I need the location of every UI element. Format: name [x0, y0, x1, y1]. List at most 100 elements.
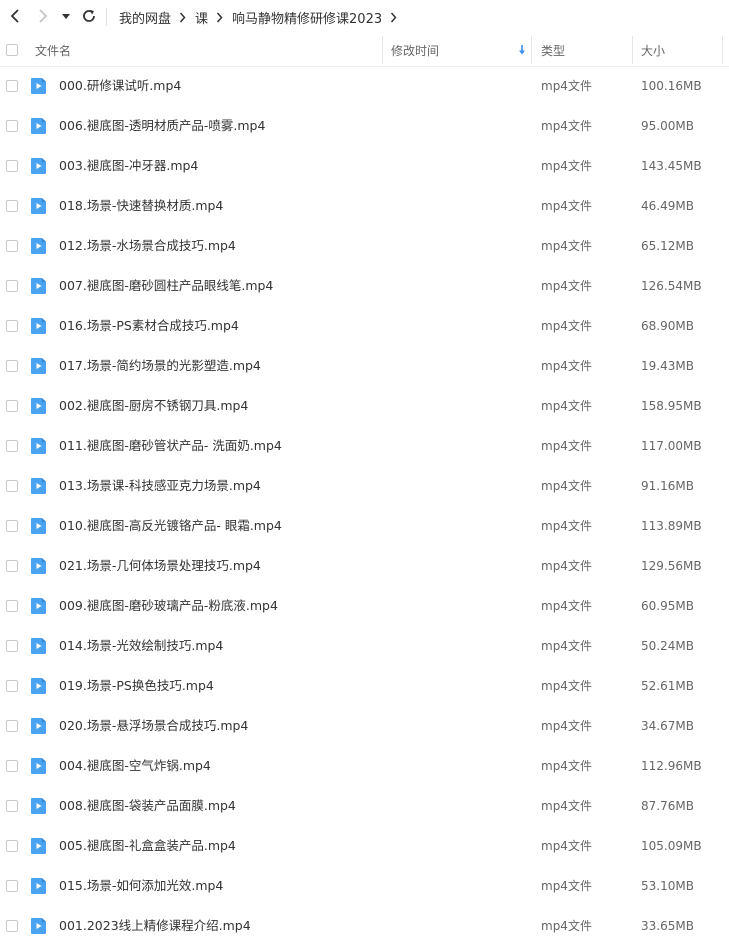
column-divider[interactable]: [531, 36, 532, 64]
file-name[interactable]: 010.褪底图-高反光镀铬产品- 眼霜.mp4: [59, 506, 282, 546]
file-name[interactable]: 017.场景-简约场景的光影塑造.mp4: [59, 346, 261, 386]
video-file-icon: [30, 877, 47, 895]
file-name[interactable]: 000.研修课试听.mp4: [59, 66, 181, 106]
video-file-icon: [30, 597, 47, 615]
file-type: mp4文件: [541, 559, 592, 573]
column-header-modified[interactable]: 修改时间: [391, 34, 439, 66]
file-row-checkbox[interactable]: [6, 560, 18, 572]
video-file-icon: [30, 477, 47, 495]
file-row[interactable]: 012.场景-水场景合成技巧.mp4 mp4文件 65.12MB: [0, 226, 729, 266]
column-header-size[interactable]: 大小: [641, 34, 665, 66]
file-row[interactable]: 004.褪底图-空气炸锅.mp4 mp4文件 112.96MB: [0, 746, 729, 786]
file-row-checkbox[interactable]: [6, 600, 18, 612]
file-row-checkbox[interactable]: [6, 240, 18, 252]
column-header-type[interactable]: 类型: [541, 34, 565, 66]
file-name[interactable]: 008.褪底图-袋装产品面膜.mp4: [59, 786, 236, 826]
breadcrumb-item-course[interactable]: 课: [195, 8, 208, 27]
file-row[interactable]: 002.褪底图-厨房不锈钢刀具.mp4 mp4文件 158.95MB: [0, 386, 729, 426]
file-row-checkbox[interactable]: [6, 520, 18, 532]
file-row-checkbox[interactable]: [6, 120, 18, 132]
file-name[interactable]: 002.褪底图-厨房不锈钢刀具.mp4: [59, 386, 248, 426]
file-row[interactable]: 014.场景-光效绘制技巧.mp4 mp4文件 50.24MB: [0, 626, 729, 666]
file-row-checkbox[interactable]: [6, 720, 18, 732]
file-size: 60.95MB: [641, 599, 694, 613]
chevron-right-icon: [179, 12, 186, 23]
file-row-checkbox[interactable]: [6, 800, 18, 812]
breadcrumb-item-root[interactable]: 我的网盘: [119, 8, 171, 27]
breadcrumb-item-current-folder[interactable]: 响马静物精修研修课2023: [232, 8, 382, 27]
refresh-button[interactable]: [79, 6, 99, 26]
file-row[interactable]: 015.场景-如何添加光效.mp4 mp4文件 53.10MB: [0, 866, 729, 906]
file-size: 158.95MB: [641, 399, 702, 413]
file-row[interactable]: 007.褪底图-磨砂圆柱产品眼线笔.mp4 mp4文件 126.54MB: [0, 266, 729, 306]
file-name[interactable]: 004.褪底图-空气炸锅.mp4: [59, 746, 211, 786]
sort-down-arrow-icon[interactable]: [518, 34, 526, 66]
file-row-checkbox[interactable]: [6, 840, 18, 852]
video-file-icon: [30, 797, 47, 815]
file-type: mp4文件: [541, 719, 592, 733]
file-name[interactable]: 018.场景-快速替换材质.mp4: [59, 186, 223, 226]
file-name[interactable]: 003.褪底图-冲牙器.mp4: [59, 146, 198, 186]
file-name[interactable]: 011.褪底图-磨砂管状产品- 洗面奶.mp4: [59, 426, 282, 466]
file-type: mp4文件: [541, 679, 592, 693]
column-header-name[interactable]: 文件名: [35, 34, 71, 66]
chevron-right-icon[interactable]: [390, 12, 397, 23]
file-name[interactable]: 013.场景课-科技感亚克力场景.mp4: [59, 466, 261, 506]
file-row-checkbox[interactable]: [6, 400, 18, 412]
file-row-checkbox[interactable]: [6, 280, 18, 292]
select-all-checkbox[interactable]: [6, 44, 18, 56]
file-row[interactable]: 021.场景-几何体场景处理技巧.mp4 mp4文件 129.56MB: [0, 546, 729, 586]
file-row[interactable]: 018.场景-快速替换材质.mp4 mp4文件 46.49MB: [0, 186, 729, 226]
file-size: 91.16MB: [641, 479, 694, 493]
file-name[interactable]: 007.褪底图-磨砂圆柱产品眼线笔.mp4: [59, 266, 273, 306]
file-row[interactable]: 008.褪底图-袋装产品面膜.mp4 mp4文件 87.76MB: [0, 786, 729, 826]
file-row-checkbox[interactable]: [6, 920, 18, 932]
column-divider[interactable]: [722, 36, 723, 64]
file-row[interactable]: 019.场景-PS换色技巧.mp4 mp4文件 52.61MB: [0, 666, 729, 706]
file-row-checkbox[interactable]: [6, 680, 18, 692]
back-button[interactable]: [5, 6, 25, 26]
file-row-checkbox[interactable]: [6, 200, 18, 212]
file-name[interactable]: 006.褪底图-透明材质产品-喷雾.mp4: [59, 106, 265, 146]
file-row-checkbox[interactable]: [6, 760, 18, 772]
file-row[interactable]: 005.褪底图-礼盒盒装产品.mp4 mp4文件 105.09MB: [0, 826, 729, 866]
file-name[interactable]: 014.场景-光效绘制技巧.mp4: [59, 626, 223, 666]
video-file-icon: [30, 837, 47, 855]
file-name[interactable]: 012.场景-水场景合成技巧.mp4: [59, 226, 236, 266]
forward-button[interactable]: [33, 6, 53, 26]
file-row[interactable]: 001.2023线上精修课程介绍.mp4 mp4文件 33.65MB: [0, 906, 729, 946]
file-row[interactable]: 006.褪底图-透明材质产品-喷雾.mp4 mp4文件 95.00MB: [0, 106, 729, 146]
file-name[interactable]: 009.褪底图-磨砂玻璃产品-粉底液.mp4: [59, 586, 278, 626]
file-name[interactable]: 020.场景-悬浮场景合成技巧.mp4: [59, 706, 248, 746]
file-row-checkbox[interactable]: [6, 320, 18, 332]
file-size: 33.65MB: [641, 919, 694, 933]
file-row-checkbox[interactable]: [6, 360, 18, 372]
file-type: mp4文件: [541, 759, 592, 773]
history-dropdown-button[interactable]: [58, 6, 74, 26]
file-row[interactable]: 016.场景-PS素材合成技巧.mp4 mp4文件 68.90MB: [0, 306, 729, 346]
file-row[interactable]: 009.褪底图-磨砂玻璃产品-粉底液.mp4 mp4文件 60.95MB: [0, 586, 729, 626]
file-row-checkbox[interactable]: [6, 440, 18, 452]
file-name[interactable]: 016.场景-PS素材合成技巧.mp4: [59, 306, 239, 346]
file-row[interactable]: 020.场景-悬浮场景合成技巧.mp4 mp4文件 34.67MB: [0, 706, 729, 746]
column-divider[interactable]: [632, 36, 633, 64]
column-divider[interactable]: [382, 36, 383, 64]
file-row-checkbox[interactable]: [6, 640, 18, 652]
file-row[interactable]: 013.场景课-科技感亚克力场景.mp4 mp4文件 91.16MB: [0, 466, 729, 506]
file-row[interactable]: 017.场景-简约场景的光影塑造.mp4 mp4文件 19.43MB: [0, 346, 729, 386]
file-name[interactable]: 015.场景-如何添加光效.mp4: [59, 866, 223, 906]
file-row[interactable]: 000.研修课试听.mp4 mp4文件 100.16MB: [0, 66, 729, 106]
file-row[interactable]: 011.褪底图-磨砂管状产品- 洗面奶.mp4 mp4文件 117.00MB: [0, 426, 729, 466]
file-name[interactable]: 005.褪底图-礼盒盒装产品.mp4: [59, 826, 236, 866]
file-row-checkbox[interactable]: [6, 160, 18, 172]
file-row-checkbox[interactable]: [6, 880, 18, 892]
file-list-header: 文件名 修改时间 类型 大小: [0, 34, 729, 67]
file-row[interactable]: 003.褪底图-冲牙器.mp4 mp4文件 143.45MB: [0, 146, 729, 186]
file-row-checkbox[interactable]: [6, 480, 18, 492]
file-name[interactable]: 021.场景-几何体场景处理技巧.mp4: [59, 546, 261, 586]
file-size: 53.10MB: [641, 879, 694, 893]
file-row[interactable]: 010.褪底图-高反光镀铬产品- 眼霜.mp4 mp4文件 113.89MB: [0, 506, 729, 546]
file-name[interactable]: 019.场景-PS换色技巧.mp4: [59, 666, 214, 706]
file-row-checkbox[interactable]: [6, 80, 18, 92]
file-name[interactable]: 001.2023线上精修课程介绍.mp4: [59, 906, 251, 946]
